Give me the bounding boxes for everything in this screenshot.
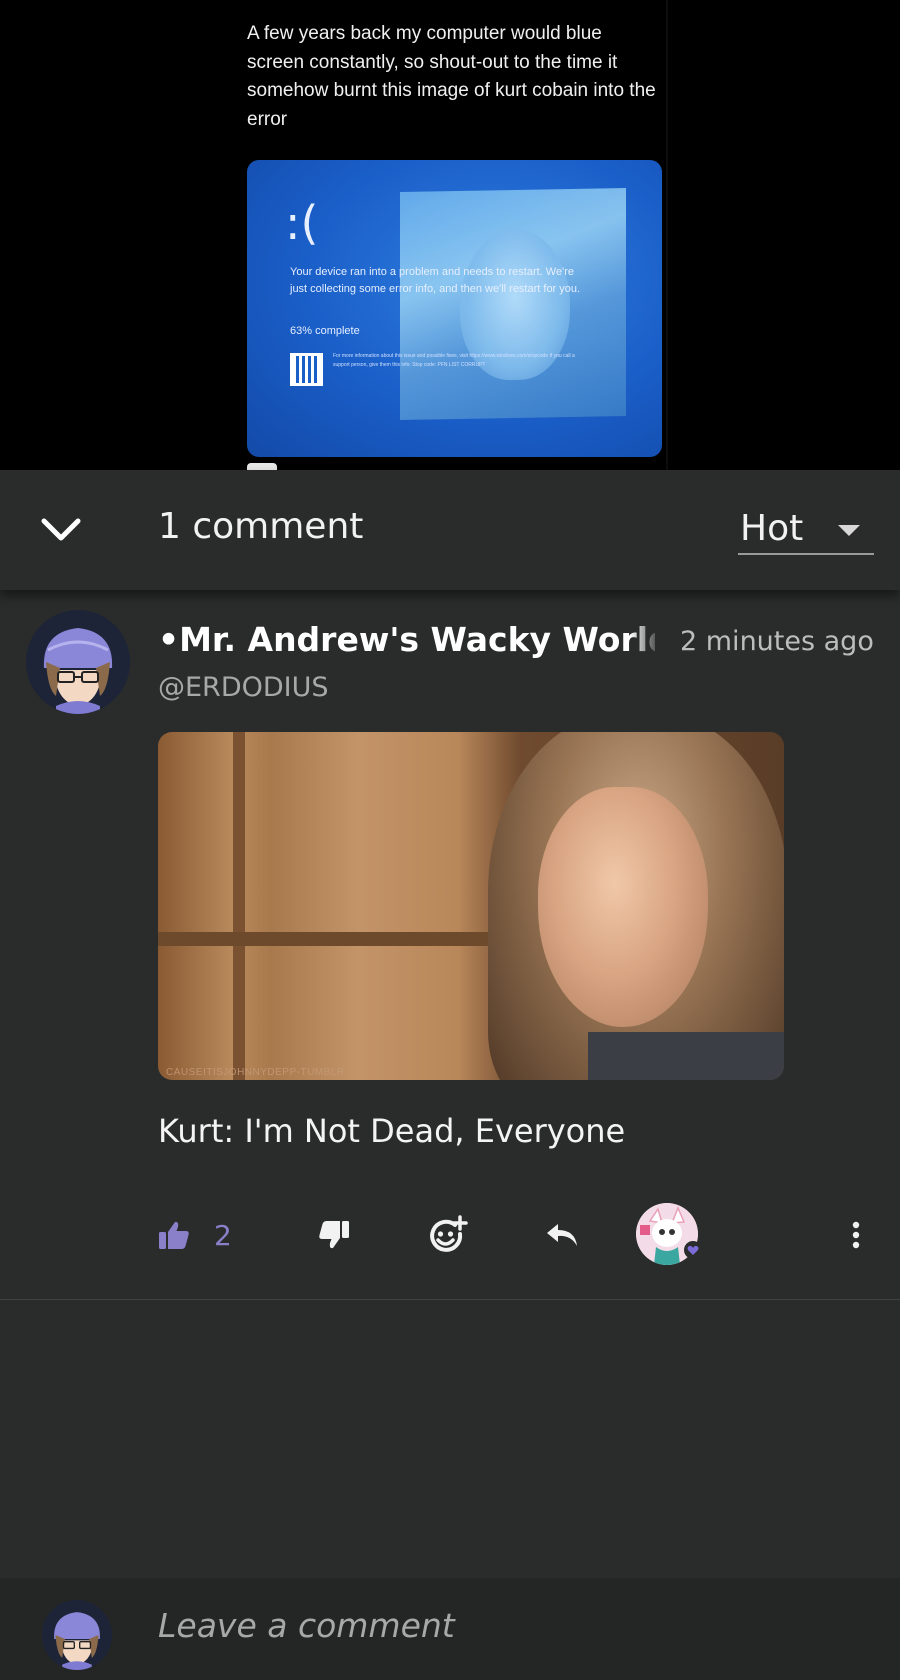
qr-code-icon — [290, 353, 323, 386]
thumbs-up-icon — [159, 1221, 189, 1249]
burnt-in-photo — [400, 188, 626, 420]
add-reaction-button[interactable] — [428, 1195, 468, 1275]
comment-actions: 2 — [0, 1195, 900, 1275]
comment-item: •Mr. Andrew's Wacky World 2 minutes ago … — [0, 590, 900, 1300]
sort-dropdown[interactable]: Hot — [738, 503, 874, 555]
caret-down-icon — [838, 525, 860, 536]
thumbs-down-icon — [319, 1221, 349, 1249]
comment-image[interactable]: CAUSEITISJOHNNYDEPP-TUMBLR — [158, 732, 784, 1080]
bsod-fine-print: For more information about this issue an… — [333, 353, 575, 368]
bsod-sad-face: :( — [285, 196, 319, 250]
more-options-button[interactable] — [840, 1195, 872, 1275]
comment-author[interactable]: •Mr. Andrew's Wacky World — [158, 620, 655, 659]
bsod-message: Your device ran into a problem and needs… — [290, 266, 581, 295]
comment-composer: Leave a comment — [0, 1578, 900, 1680]
image-watermark: CAUSEITISJOHNNYDEPP-TUMBLR — [166, 1067, 345, 1078]
comment-count: 1 comment — [158, 506, 364, 547]
like-count: 2 — [214, 1218, 232, 1252]
post-text: A few years back my computer would blue … — [247, 23, 656, 130]
bsod-progress: 63% complete — [290, 325, 360, 337]
comment-input[interactable]: Leave a comment — [158, 1606, 455, 1645]
avatar-illustration-icon — [26, 610, 130, 714]
like-button[interactable]: 2 — [158, 1195, 232, 1275]
sort-selected-value: Hot — [740, 507, 804, 549]
divider — [0, 1299, 900, 1300]
comment-handle[interactable]: @ERDODIUS — [158, 672, 329, 703]
comment-text: Kurt: I'm Not Dead, Everyone — [158, 1112, 626, 1150]
dislike-button[interactable] — [318, 1195, 350, 1275]
chevron-down-icon — [41, 518, 81, 541]
current-user-avatar[interactable] — [42, 1600, 112, 1670]
post-content: A few years back my computer would blue … — [0, 0, 900, 473]
post-divider — [666, 0, 668, 470]
reply-button[interactable] — [545, 1195, 579, 1275]
more-vertical-icon — [852, 1221, 860, 1249]
comments-header: 1 comment Hot — [0, 470, 900, 590]
add-emoji-icon — [430, 1215, 468, 1252]
collapse-comments-button[interactable] — [36, 508, 86, 552]
heart-icon — [684, 1241, 702, 1259]
comment-timestamp: 2 minutes ago — [680, 626, 874, 657]
avatar[interactable] — [26, 610, 130, 714]
reply-icon — [547, 1224, 577, 1246]
post-image-bsod[interactable]: :( Your device ran into a problem and ne… — [247, 160, 662, 457]
avatar-illustration-icon — [42, 1600, 112, 1670]
